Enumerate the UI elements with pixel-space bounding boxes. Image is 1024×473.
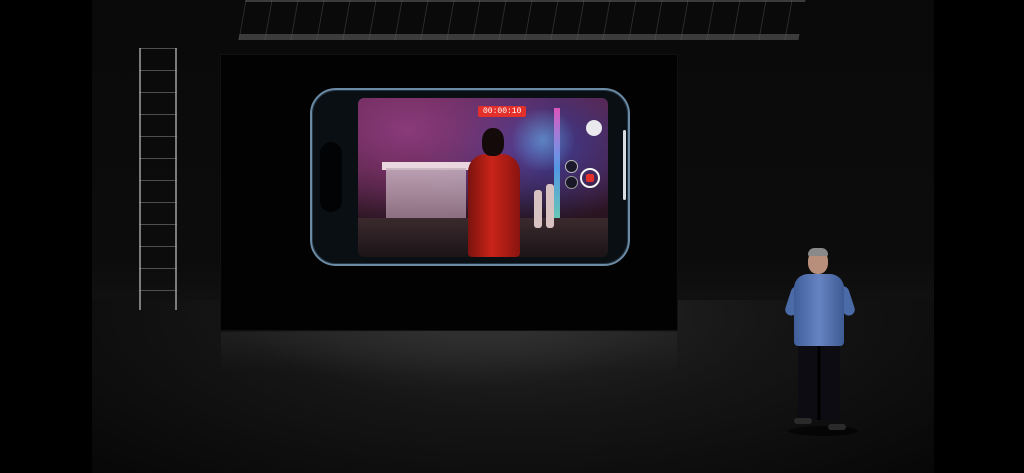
camera-lens-button[interactable] <box>565 160 578 173</box>
background-person <box>534 190 542 228</box>
foreground-subject <box>464 128 524 257</box>
screen-floor-reflection <box>221 332 677 372</box>
presenter <box>783 246 858 436</box>
presenter-right-shoe <box>828 424 846 430</box>
presenter-shadow <box>788 426 858 436</box>
overhead-truss <box>238 0 806 40</box>
phone-notch <box>320 142 342 212</box>
neon-sign <box>554 108 560 228</box>
background-person <box>546 184 554 228</box>
subject-head <box>482 128 504 156</box>
recording-timer: 00:00:10 <box>478 106 527 117</box>
camera-mode-button[interactable] <box>586 120 602 136</box>
building <box>386 168 466 220</box>
presenter-pants <box>798 344 840 420</box>
left-truss-tower <box>139 48 177 310</box>
record-stop-button[interactable] <box>580 168 600 188</box>
presenter-shirt <box>794 274 844 346</box>
iphone-landscape: 00:00:10 <box>310 88 630 266</box>
phone-side-button <box>623 130 626 200</box>
presenter-left-shoe <box>794 418 812 424</box>
presenter-hair <box>808 248 828 256</box>
stop-icon <box>586 174 594 182</box>
camera-zoom-button[interactable] <box>565 176 578 189</box>
video-frame: 00:00:10 <box>0 0 1024 473</box>
subject-red-jacket <box>468 154 520 257</box>
camera-viewfinder: 00:00:10 <box>358 98 608 257</box>
